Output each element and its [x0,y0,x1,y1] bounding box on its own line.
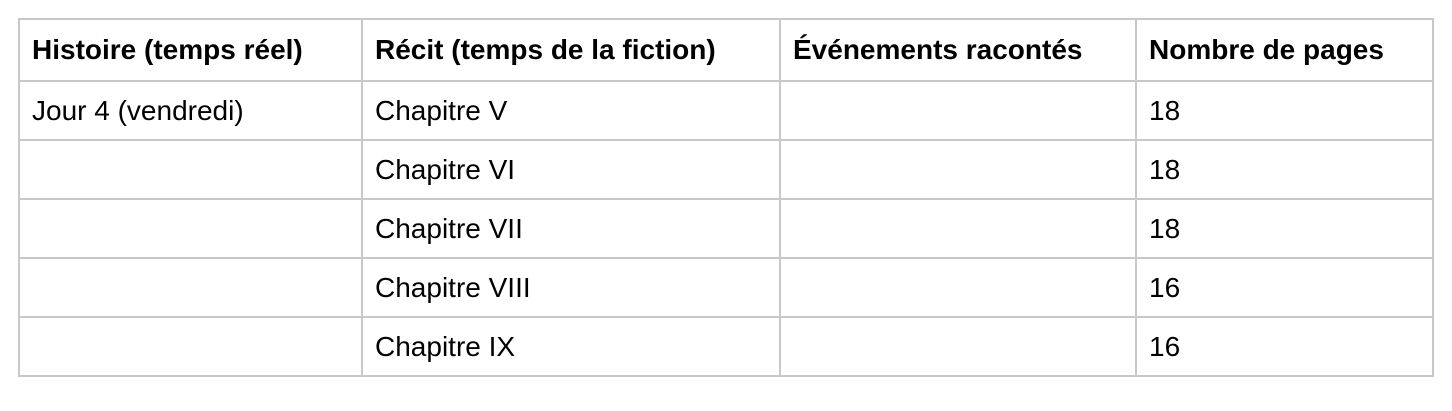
cell-evenements [779,80,1137,141]
cell-recit: Chapitre VI [361,139,781,200]
table-row: Chapitre VII 18 [18,198,1434,259]
cell-histoire [18,198,363,259]
cell-histoire [18,257,363,318]
cell-histoire [18,316,363,377]
cell-nombre-pages: 18 [1135,80,1434,141]
table-row: Chapitre IX 16 [18,316,1434,377]
cell-recit: Chapitre VIII [361,257,781,318]
timeline-table-container: Histoire (temps réel) Récit (temps de la… [18,18,1434,377]
table-row: Chapitre VI 18 [18,139,1434,200]
cell-evenements [779,139,1137,200]
header-nombre-pages: Nombre de pages [1135,18,1434,82]
header-evenements: Événements racontés [779,18,1137,82]
cell-recit: Chapitre VII [361,198,781,259]
header-recit: Récit (temps de la fiction) [361,18,781,82]
cell-histoire: Jour 4 (vendredi) [18,80,363,141]
cell-evenements [779,316,1137,377]
table-row: Chapitre VIII 16 [18,257,1434,318]
timeline-table: Histoire (temps réel) Récit (temps de la… [18,18,1434,377]
cell-evenements [779,257,1137,318]
header-histoire: Histoire (temps réel) [18,18,363,82]
cell-nombre-pages: 18 [1135,139,1434,200]
cell-recit: Chapitre V [361,80,781,141]
table-header-row: Histoire (temps réel) Récit (temps de la… [18,18,1434,82]
table-row: Jour 4 (vendredi) Chapitre V 18 [18,80,1434,141]
cell-recit: Chapitre IX [361,316,781,377]
cell-nombre-pages: 18 [1135,198,1434,259]
cell-evenements [779,198,1137,259]
cell-nombre-pages: 16 [1135,257,1434,318]
cell-nombre-pages: 16 [1135,316,1434,377]
cell-histoire [18,139,363,200]
